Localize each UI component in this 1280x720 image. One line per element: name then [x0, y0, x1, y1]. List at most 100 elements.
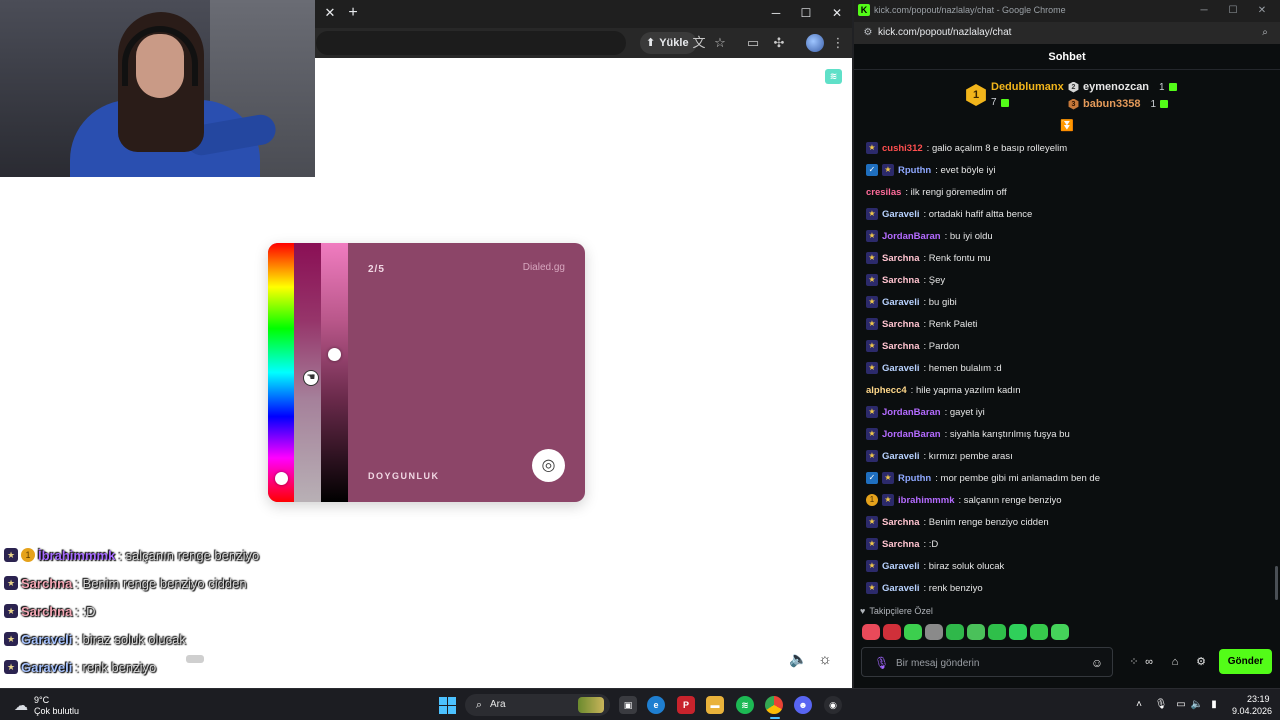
store-icon[interactable]: ⌂: [1166, 654, 1184, 670]
chat-message: ★ Sarchna: Renk fontu mu: [854, 247, 1280, 269]
chat-username[interactable]: Garaveli: [882, 297, 920, 308]
chat-username[interactable]: Sarchna: [882, 319, 920, 330]
weather-cloud-icon[interactable]: ☁: [11, 696, 31, 714]
edge-browser-icon[interactable]: e: [647, 696, 665, 714]
chat-username[interactable]: Rputhn: [898, 165, 931, 176]
extension-badge-icon[interactable]: ≋: [825, 69, 842, 84]
emote-icon[interactable]: [946, 624, 964, 640]
chat-username[interactable]: Sarchna: [882, 341, 920, 352]
taskbar-search[interactable]: ⌕ Ara: [465, 694, 610, 716]
tray-battery-icon[interactable]: ▮: [1207, 697, 1221, 713]
chat-message: ★ JordanBaran: gayet iyi: [854, 401, 1280, 423]
rank-2-row[interactable]: 2 eymenozcan 1: [1068, 80, 1177, 94]
chat-scrollbar[interactable]: [1275, 566, 1278, 600]
upload-button[interactable]: ⬆ Yükle: [640, 32, 697, 54]
cast-icon[interactable]: ▭: [744, 34, 762, 52]
chat-username[interactable]: Sarchna: [882, 539, 920, 550]
translate-icon[interactable]: 文: [690, 34, 708, 52]
settings-gear-icon[interactable]: ⚙: [1192, 654, 1210, 670]
weather-description[interactable]: Çok bulutlu: [34, 706, 79, 716]
chat-username[interactable]: JordanBaran: [882, 407, 941, 418]
theme-sun-icon[interactable]: ☼: [816, 651, 834, 669]
rank-1-username[interactable]: Dedublumanx: [991, 81, 1064, 93]
chat-username[interactable]: alphecc4: [866, 385, 907, 396]
emote-icon[interactable]: [862, 624, 880, 640]
taskbar-search-label: Ara: [490, 699, 506, 710]
chat-maximize-icon[interactable]: ☐: [1224, 3, 1242, 19]
gift-icon: [1160, 100, 1169, 108]
chat-close-icon[interactable]: ✕: [1253, 3, 1271, 19]
emote-icon[interactable]: [925, 624, 943, 640]
emote-icon[interactable]: [904, 624, 922, 640]
chat-message-input[interactable]: [896, 654, 1086, 672]
chat-username[interactable]: JordanBaran: [882, 429, 941, 440]
link-icon[interactable]: ∞: [1140, 654, 1158, 670]
emote-icon[interactable]: [967, 624, 985, 640]
rank-3-row[interactable]: 3 babun3358 1: [1068, 97, 1169, 111]
chat-username[interactable]: ibrahimmmk: [898, 495, 955, 506]
tray-overflow-chevron-icon[interactable]: ˄: [1132, 697, 1146, 713]
emote-icon[interactable]: [1009, 624, 1027, 640]
pinned-app-extra-icon[interactable]: ◉: [824, 696, 842, 714]
chat-username[interactable]: Garaveli: [882, 363, 920, 374]
emoji-picker-icon[interactable]: ☺: [1090, 655, 1104, 671]
emote-icon[interactable]: [883, 624, 901, 640]
chat-username[interactable]: Sarchna: [882, 517, 920, 528]
hand-cursor-icon: ☚: [303, 370, 319, 386]
chat-url[interactable]: kick.com/popout/nazlalay/chat: [878, 27, 1011, 38]
chat-message: ★ Garaveli: biraz soluk olucak: [854, 555, 1280, 577]
task-view-icon[interactable]: ▣: [619, 696, 637, 714]
tray-microphone-icon[interactable]: 🎙: [1154, 697, 1168, 713]
emote-icon[interactable]: [1030, 624, 1048, 640]
start-windows-icon[interactable]: [439, 697, 456, 714]
discord-icon[interactable]: ☻: [794, 696, 812, 714]
menu-kebab-icon[interactable]: ⋮: [829, 34, 847, 52]
hue-slider[interactable]: [268, 243, 294, 502]
pinned-app-p-icon[interactable]: P: [677, 696, 695, 714]
tab-close-icon[interactable]: ✕: [322, 5, 338, 21]
lightness-slider-knob[interactable]: [328, 348, 341, 361]
address-bar[interactable]: [316, 31, 626, 55]
maximize-icon[interactable]: ☐: [796, 4, 816, 22]
chat-username[interactable]: Rputhn: [898, 473, 931, 484]
chrome-icon[interactable]: [765, 696, 783, 714]
extensions-icon[interactable]: ✣: [770, 34, 788, 52]
chat-input-box: 🎙 ☺: [861, 647, 1113, 677]
subscriber-badge-icon: ★: [866, 208, 878, 220]
chat-username[interactable]: Garaveli: [882, 583, 920, 594]
tray-volume-icon[interactable]: 🔈: [1190, 697, 1204, 713]
chat-message: ★ Garaveli: hemen bulalım :d: [854, 357, 1280, 379]
chat-username[interactable]: JordanBaran: [882, 231, 941, 242]
bookmark-star-icon[interactable]: ☆: [711, 34, 729, 52]
collapse-leaderboard-icon[interactable]: ⏬: [1060, 120, 1074, 132]
submit-target-button[interactable]: ◎: [532, 449, 565, 482]
clock-time[interactable]: 23:19: [1247, 694, 1270, 704]
minimize-icon[interactable]: ─: [766, 4, 786, 22]
chat-minimize-icon[interactable]: ─: [1195, 3, 1213, 19]
microphone-icon[interactable]: 🎙: [874, 655, 889, 671]
tray-network-icon[interactable]: ▭: [1174, 697, 1188, 713]
chat-username[interactable]: Garaveli: [882, 561, 920, 572]
site-info-icon[interactable]: ⚙: [861, 26, 875, 40]
chat-username[interactable]: Sarchna: [882, 275, 920, 286]
chat-username[interactable]: Garaveli: [882, 451, 920, 462]
clock-date[interactable]: 9.04.2026: [1232, 706, 1272, 716]
lightness-slider[interactable]: [321, 243, 348, 502]
profile-avatar[interactable]: [806, 34, 824, 52]
chat-username[interactable]: Garaveli: [882, 209, 920, 220]
spotify-icon[interactable]: ≋: [736, 696, 754, 714]
hue-slider-knob[interactable]: [275, 472, 288, 485]
volume-icon[interactable]: 🔈: [789, 651, 808, 669]
emote-icon[interactable]: [988, 624, 1006, 640]
zoom-search-icon[interactable]: ⌕: [1258, 26, 1272, 40]
emote-icon[interactable]: [1051, 624, 1069, 640]
weather-temperature[interactable]: 9°C: [34, 695, 49, 705]
subscriber-badge-icon: ★: [866, 296, 878, 308]
file-explorer-icon[interactable]: ▬: [706, 696, 724, 714]
chat-username[interactable]: cushi312: [882, 143, 923, 154]
chat-username[interactable]: cresilas: [866, 187, 901, 198]
send-button[interactable]: Gönder: [1219, 649, 1272, 674]
chat-username[interactable]: Sarchna: [882, 253, 920, 264]
new-tab-icon[interactable]: +: [344, 4, 362, 22]
close-icon[interactable]: ✕: [827, 4, 847, 22]
